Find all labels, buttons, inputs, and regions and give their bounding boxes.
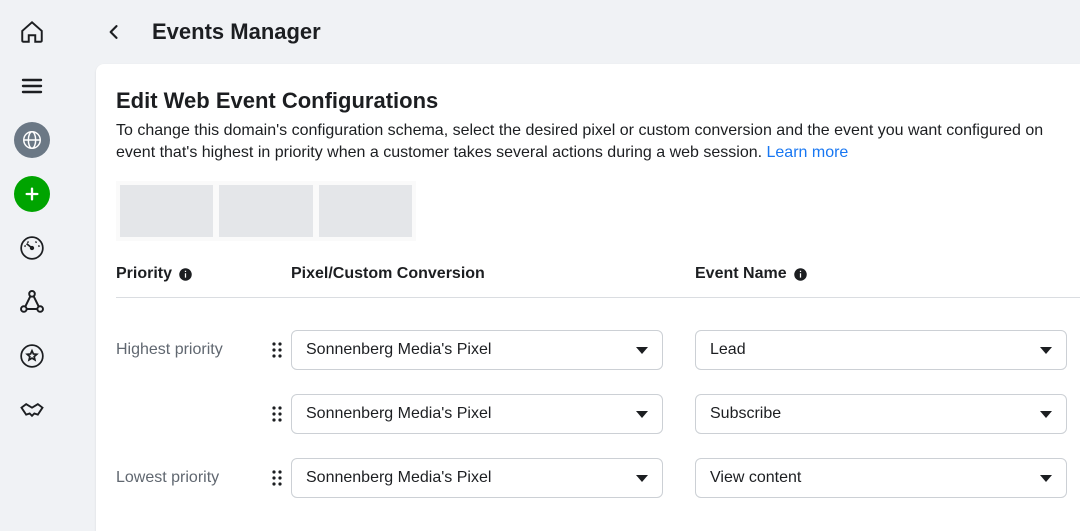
nav-menu[interactable] bbox=[14, 68, 50, 104]
star-circle-icon bbox=[19, 343, 45, 369]
nav-events-manager[interactable] bbox=[14, 122, 50, 158]
pixel-select[interactable]: Sonnenberg Media's Pixel bbox=[291, 330, 663, 370]
drag-handle[interactable] bbox=[263, 341, 291, 359]
back-button[interactable] bbox=[96, 14, 132, 50]
drag-handle[interactable] bbox=[263, 469, 291, 487]
drag-icon bbox=[271, 341, 283, 359]
drag-icon bbox=[271, 405, 283, 423]
priority-label: Lowest priority bbox=[116, 469, 263, 487]
globe-sparkle-icon bbox=[21, 129, 43, 151]
event-select-value: Lead bbox=[710, 341, 746, 359]
nav-create[interactable] bbox=[14, 176, 50, 212]
gauge-icon bbox=[19, 235, 45, 261]
handshake-icon bbox=[18, 396, 46, 424]
learn-more-link[interactable]: Learn more bbox=[767, 144, 849, 161]
event-rows: Highest priority Sonnenberg Media's Pixe… bbox=[116, 318, 1080, 510]
pixel-select-value: Sonnenberg Media's Pixel bbox=[306, 405, 491, 423]
table-header-row: Priority Pixel/Custom Conversion Event N… bbox=[116, 265, 1080, 298]
event-select-value: View content bbox=[710, 469, 801, 487]
col-header-priority-label: Priority bbox=[116, 265, 172, 283]
info-icon[interactable] bbox=[178, 267, 193, 282]
col-header-event-label: Event Name bbox=[695, 265, 787, 283]
drag-icon bbox=[271, 469, 283, 487]
panel-description-line-2: event that's highest in priority when a … bbox=[116, 144, 767, 161]
caret-down-icon bbox=[636, 411, 648, 418]
nav-dashboard[interactable] bbox=[14, 230, 50, 266]
nav-home[interactable] bbox=[14, 14, 50, 50]
pixel-select-value: Sonnenberg Media's Pixel bbox=[306, 469, 491, 487]
caret-down-icon bbox=[1040, 411, 1052, 418]
panel-description-line-1: To change this domain's configuration sc… bbox=[116, 122, 1043, 139]
priority-label: Highest priority bbox=[116, 341, 263, 359]
config-panel: Edit Web Event Configurations To change … bbox=[96, 64, 1080, 531]
caret-down-icon bbox=[636, 475, 648, 482]
page-title: Events Manager bbox=[152, 19, 321, 45]
event-row: Highest priority Sonnenberg Media's Pixe… bbox=[116, 318, 1080, 382]
left-nav-rail bbox=[0, 0, 64, 531]
caret-down-icon bbox=[636, 347, 648, 354]
event-select-value: Subscribe bbox=[710, 405, 781, 423]
domain-redacted-block bbox=[116, 181, 416, 241]
event-row: Lowest priority Sonnenberg Media's Pixel… bbox=[116, 446, 1080, 510]
caret-down-icon bbox=[1040, 475, 1052, 482]
pixel-select[interactable]: Sonnenberg Media's Pixel bbox=[291, 394, 663, 434]
event-select[interactable]: View content bbox=[695, 458, 1067, 498]
col-header-pixel: Pixel/Custom Conversion bbox=[291, 265, 695, 283]
event-select[interactable]: Lead bbox=[695, 330, 1067, 370]
nav-partnerships[interactable] bbox=[14, 392, 50, 428]
plus-icon bbox=[24, 186, 40, 202]
drag-handle[interactable] bbox=[263, 405, 291, 423]
chevron-left-icon bbox=[104, 22, 124, 42]
caret-down-icon bbox=[1040, 347, 1052, 354]
panel-title: Edit Web Event Configurations bbox=[116, 88, 1080, 114]
panel-description: To change this domain's configuration sc… bbox=[116, 120, 1080, 163]
hamburger-icon bbox=[20, 74, 44, 98]
nav-connections[interactable] bbox=[14, 284, 50, 320]
pixel-select-value: Sonnenberg Media's Pixel bbox=[306, 341, 491, 359]
col-header-priority: Priority bbox=[116, 265, 291, 283]
event-select[interactable]: Subscribe bbox=[695, 394, 1067, 434]
page-header: Events Manager bbox=[96, 14, 321, 50]
nav-favorites[interactable] bbox=[14, 338, 50, 374]
event-row: Sonnenberg Media's Pixel Subscribe bbox=[116, 382, 1080, 446]
pixel-select[interactable]: Sonnenberg Media's Pixel bbox=[291, 458, 663, 498]
home-icon bbox=[19, 19, 45, 45]
col-header-event: Event Name bbox=[695, 265, 1080, 283]
info-icon[interactable] bbox=[793, 267, 808, 282]
network-icon bbox=[18, 288, 46, 316]
